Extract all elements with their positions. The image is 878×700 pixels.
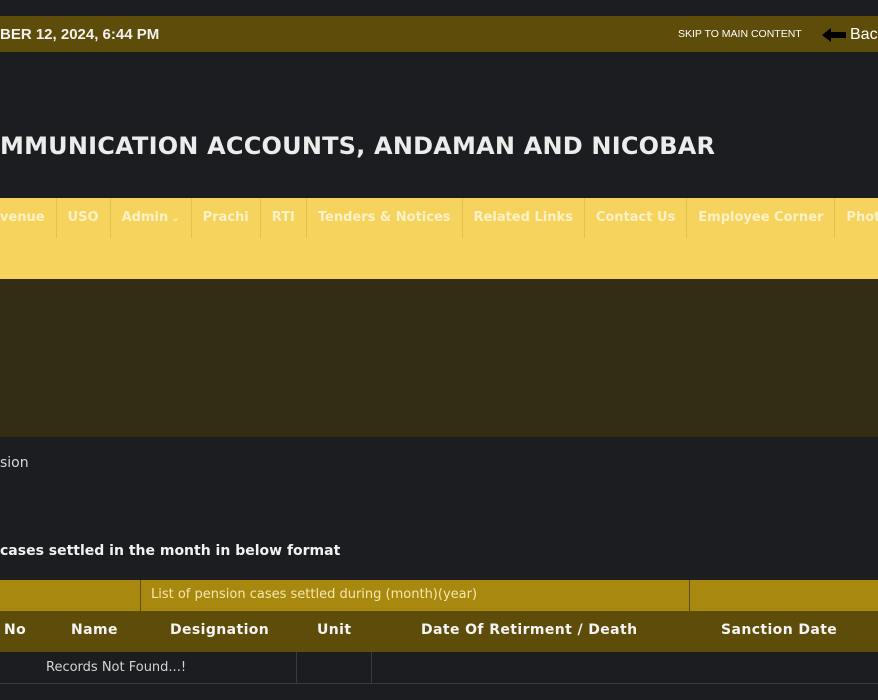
- cell-divider: [371, 652, 372, 684]
- header-unit: Unit: [317, 622, 352, 638]
- nav-item-contact-us[interactable]: Contact Us: [585, 198, 688, 238]
- nav-item-related-links[interactable]: Related Links: [463, 198, 585, 238]
- banner: [0, 279, 878, 437]
- breadcrumb-current: sion: [0, 455, 29, 471]
- table-caption: List of pension cases settled during (mo…: [151, 587, 478, 602]
- arrow-left-icon: [822, 28, 846, 42]
- page-title: MMUNICATION ACCOUNTS, ANDAMAN AND NICOBA…: [0, 132, 716, 160]
- nav-item-admin[interactable]: Admin ⌄: [111, 198, 192, 238]
- nav-item-employee-corner[interactable]: Employee Corner: [687, 198, 836, 238]
- instruction-text: cases settled in the month in below form…: [0, 543, 341, 559]
- header-date-of-retirement: Date Of Retirment / Death: [421, 622, 638, 638]
- nav-item-tenders-notices[interactable]: Tenders & Notices: [307, 198, 463, 238]
- nav-item-photo-gallery[interactable]: Photo Ga: [835, 198, 878, 238]
- header-name: Name: [71, 622, 118, 638]
- cell-divider: [296, 652, 297, 684]
- header-designation: Designation: [170, 622, 270, 638]
- nav-item-prachi[interactable]: Prachi: [192, 198, 261, 238]
- nav-item-uso[interactable]: USO: [57, 198, 111, 238]
- nav-item-revenue[interactable]: venue: [0, 198, 57, 238]
- table-caption-empty-cell: [689, 580, 878, 611]
- skip-to-main-content-link[interactable]: SKIP TO MAIN CONTENT: [678, 28, 802, 40]
- top-strip: [0, 0, 878, 16]
- header-no: No: [4, 622, 27, 638]
- back-label: Bac: [850, 26, 878, 43]
- empty-message: Records Not Found...!: [46, 660, 187, 675]
- nav-item-admin-label: Admin: [121, 210, 169, 225]
- main-nav: venue USO Admin ⌄ Prachi RTI Tenders & No…: [0, 198, 878, 238]
- back-button[interactable]: Bac: [822, 26, 878, 44]
- header-sanction-date: Sanction Date: [721, 622, 838, 638]
- nav-item-rti[interactable]: RTI: [261, 198, 307, 238]
- chevron-down-icon: ⌄: [171, 213, 180, 224]
- date-time: BER 12, 2024, 6:44 PM: [0, 26, 160, 43]
- page: BER 12, 2024, 6:44 PM SKIP TO MAIN CONTE…: [0, 0, 878, 700]
